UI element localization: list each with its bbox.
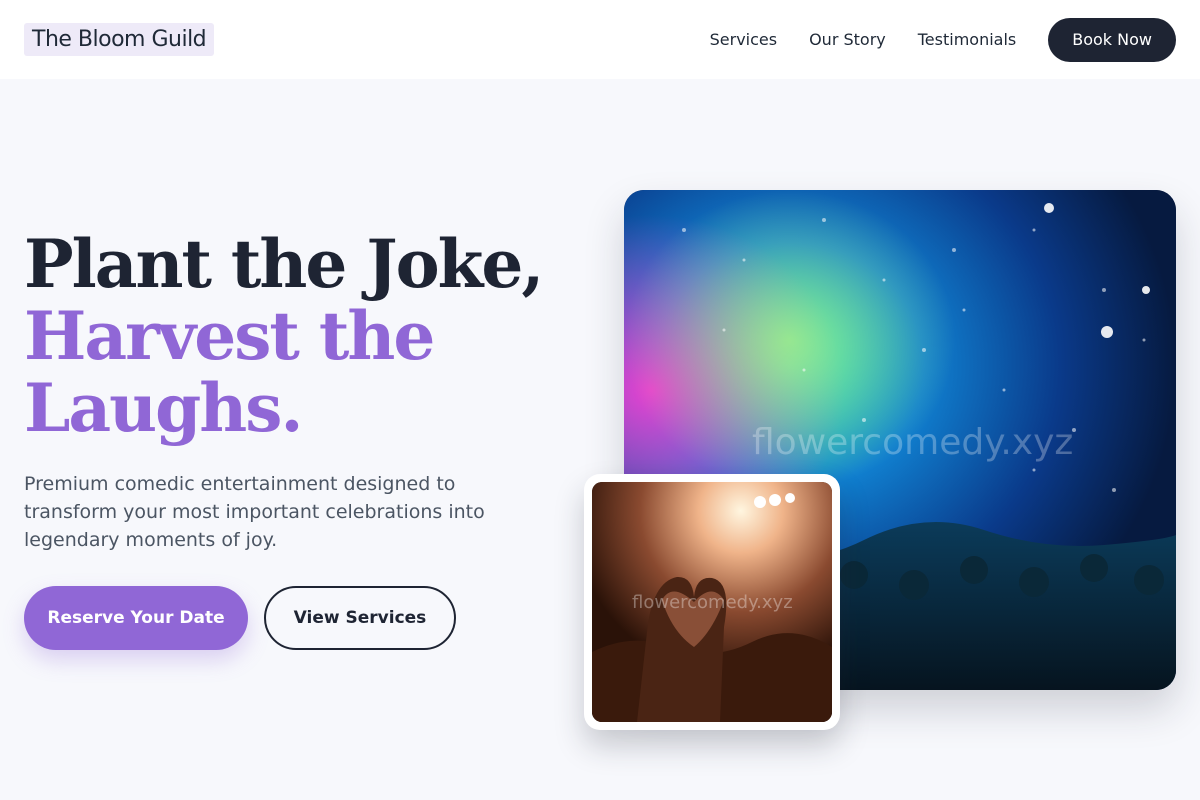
headline-line-1: Plant the Joke,	[24, 225, 544, 303]
brand-logo[interactable]: The Bloom Guild	[24, 23, 215, 56]
view-services-button[interactable]: View Services	[264, 586, 456, 650]
book-now-button[interactable]: Book Now	[1048, 17, 1176, 62]
crowd-heart-image: flowercomedy.xyz	[592, 482, 832, 722]
headline-line-2: Harvest the	[24, 297, 435, 375]
hero-headline: Plant the Joke, Harvest the Laughs.	[24, 228, 584, 444]
site-header: The Bloom Guild Services Our Story Testi…	[0, 0, 1200, 79]
hero-subtext: Premium comedic entertainment designed t…	[24, 473, 485, 551]
crowd-heart-image-frame: flowercomedy.xyz	[584, 474, 840, 730]
crowd-heart-illustration	[592, 482, 832, 722]
nav-link-our-story[interactable]: Our Story	[809, 30, 886, 49]
nav-link-testimonials[interactable]: Testimonials	[918, 30, 1017, 49]
reserve-date-button[interactable]: Reserve Your Date	[24, 586, 248, 650]
headline-line-3: Laughs.	[24, 369, 303, 447]
nav-link-services[interactable]: Services	[710, 30, 777, 49]
main-nav: Services Our Story Testimonials Book Now	[710, 17, 1176, 62]
